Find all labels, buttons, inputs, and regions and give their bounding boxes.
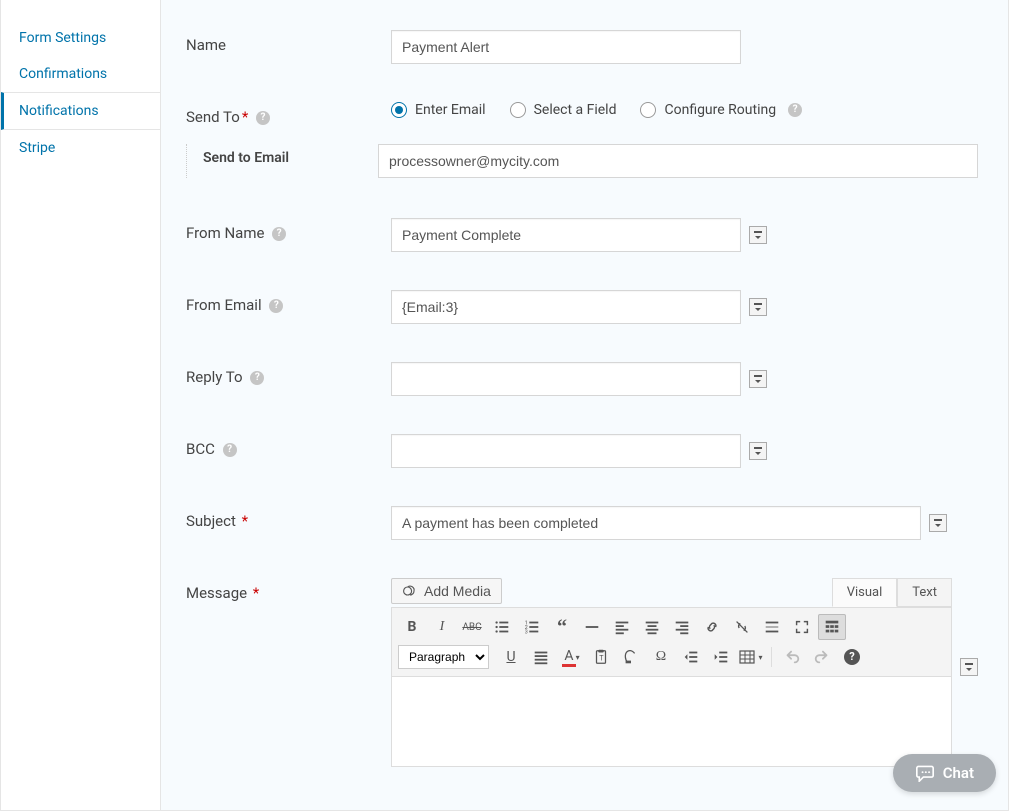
- send-to-email-label: Send to Email: [203, 144, 378, 178]
- help-icon[interactable]: ?: [269, 299, 283, 313]
- sendto-option-configure-routing[interactable]: Configure Routing ?: [640, 102, 802, 118]
- paste-text-button[interactable]: T: [587, 644, 615, 670]
- editor-tab-text[interactable]: Text: [897, 578, 952, 607]
- text-color-button[interactable]: A▾: [557, 644, 585, 670]
- message-editor: Add Media Visual Text B I ABC: [391, 578, 952, 767]
- italic-button[interactable]: I: [428, 614, 456, 640]
- numbered-list-button[interactable]: 123: [518, 614, 546, 640]
- bcc-label: BCC ?: [186, 434, 391, 458]
- send-to-email-row: Send to Email: [186, 144, 978, 178]
- svg-text:3: 3: [525, 629, 528, 635]
- subject-input[interactable]: [391, 506, 921, 540]
- sidebar-item-notifications[interactable]: Notifications: [1, 92, 160, 130]
- add-media-button[interactable]: Add Media: [391, 578, 502, 604]
- insert-more-button[interactable]: [758, 614, 786, 640]
- redo-button[interactable]: [808, 644, 836, 670]
- from-email-input[interactable]: [391, 290, 741, 324]
- radio-unchecked-icon: [640, 102, 656, 118]
- from-email-label: From Email ?: [186, 290, 391, 314]
- align-left-button[interactable]: [608, 614, 636, 640]
- merge-tag-button[interactable]: [960, 658, 978, 676]
- underline-button[interactable]: U: [497, 644, 525, 670]
- radio-unchecked-icon: [510, 102, 526, 118]
- notification-form: Name Send To* ? Enter Email Sele: [161, 0, 1008, 810]
- help-icon[interactable]: ?: [788, 103, 802, 117]
- horizontal-rule-button[interactable]: [578, 614, 606, 640]
- settings-sidebar: Form Settings Confirmations Notification…: [1, 0, 161, 810]
- undo-button[interactable]: [778, 644, 806, 670]
- message-textarea[interactable]: [391, 677, 952, 767]
- outdent-button[interactable]: [677, 644, 705, 670]
- name-label: Name: [186, 30, 391, 54]
- merge-tag-button[interactable]: [749, 370, 767, 388]
- editor-tab-visual[interactable]: Visual: [832, 578, 898, 607]
- sendto-label: Send To* ?: [186, 102, 391, 126]
- bcc-input[interactable]: [391, 434, 741, 468]
- editor-help-button[interactable]: ?: [838, 644, 866, 670]
- media-icon: [402, 583, 418, 599]
- message-label: Message *: [186, 578, 391, 602]
- radio-checked-icon: [391, 102, 407, 118]
- chat-icon: [915, 764, 935, 782]
- merge-tag-button[interactable]: [749, 442, 767, 460]
- clear-formatting-button[interactable]: [617, 644, 645, 670]
- merge-tag-button[interactable]: [929, 514, 947, 532]
- help-icon[interactable]: ?: [223, 443, 237, 457]
- sidebar-item-form-settings[interactable]: Form Settings: [1, 20, 160, 56]
- align-right-button[interactable]: [668, 614, 696, 640]
- blockquote-button[interactable]: “: [548, 614, 576, 640]
- editor-toolbar: B I ABC 123 “: [391, 607, 952, 677]
- merge-tag-button[interactable]: [749, 298, 767, 316]
- fullscreen-button[interactable]: [788, 614, 816, 640]
- indent-button[interactable]: [707, 644, 735, 670]
- link-button[interactable]: [698, 614, 726, 640]
- bulleted-list-button[interactable]: [488, 614, 516, 640]
- name-input[interactable]: [391, 30, 741, 64]
- help-icon[interactable]: ?: [272, 227, 286, 241]
- from-name-input[interactable]: [391, 218, 741, 252]
- sendto-option-enter-email[interactable]: Enter Email: [391, 102, 486, 118]
- table-button[interactable]: ▾: [737, 644, 765, 670]
- svg-text:T: T: [599, 654, 604, 663]
- merge-tag-button[interactable]: [749, 226, 767, 244]
- chat-widget-button[interactable]: Chat: [893, 754, 996, 792]
- special-char-button[interactable]: Ω: [647, 644, 675, 670]
- align-center-button[interactable]: [638, 614, 666, 640]
- reply-to-input[interactable]: [391, 362, 741, 396]
- subject-label: Subject *: [186, 506, 391, 530]
- unlink-button[interactable]: [728, 614, 756, 640]
- from-name-label: From Name ?: [186, 218, 391, 242]
- sendto-option-select-field[interactable]: Select a Field: [510, 102, 617, 118]
- format-select[interactable]: Paragraph: [398, 645, 489, 669]
- help-icon[interactable]: ?: [250, 371, 264, 385]
- bold-button[interactable]: B: [398, 614, 426, 640]
- send-to-email-input[interactable]: [378, 144, 978, 178]
- align-justify-button[interactable]: [527, 644, 555, 670]
- strikethrough-button[interactable]: ABC: [458, 614, 486, 640]
- reply-to-label: Reply To ?: [186, 362, 391, 386]
- toolbar-toggle-button[interactable]: [818, 614, 846, 640]
- help-icon[interactable]: ?: [256, 111, 270, 125]
- sidebar-item-stripe[interactable]: Stripe: [1, 130, 160, 166]
- sidebar-item-confirmations[interactable]: Confirmations: [1, 56, 160, 92]
